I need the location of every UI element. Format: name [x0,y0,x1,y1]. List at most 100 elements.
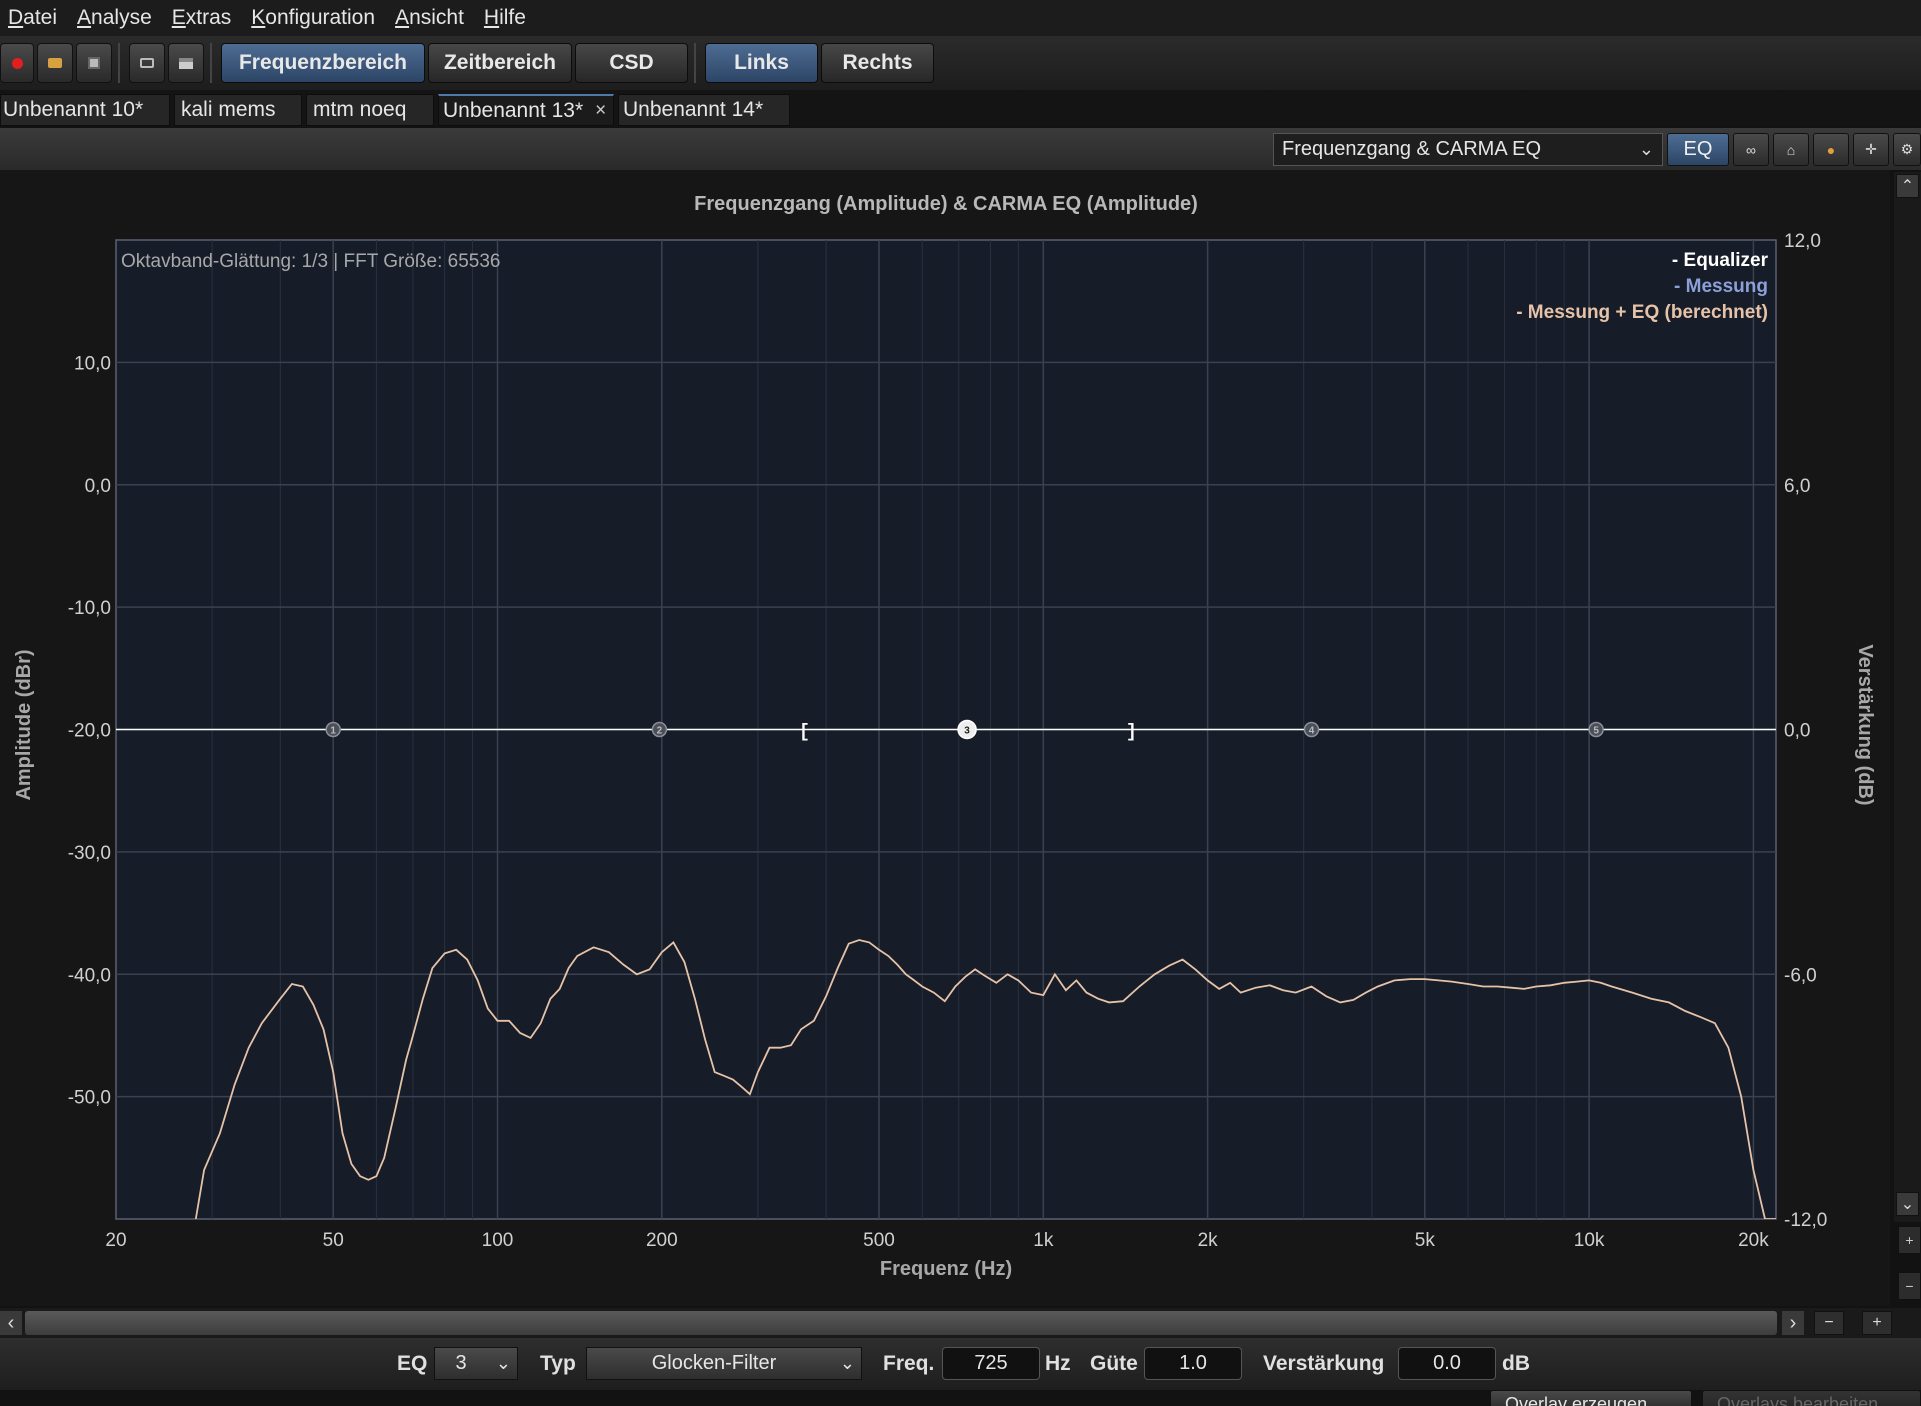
tab-zeitbereich[interactable]: Zeitbereich [428,43,572,83]
home-button[interactable]: ⌂ [1773,133,1809,166]
legend-equalizer[interactable]: - Equalizer [1672,250,1769,271]
menu-konfiguration[interactable]: Konfiguration [243,6,387,30]
x-tick-label: 10k [1574,1230,1605,1251]
x-tick-label: 200 [646,1230,678,1251]
freq-input[interactable] [942,1347,1040,1380]
move-icon: ✛ [1865,141,1877,157]
menu-extras[interactable]: Extras [164,6,244,30]
frequency-chart[interactable]: Frequenzgang (Amplitude) & CARMA EQ (Amp… [0,170,1890,1306]
print-button[interactable] [168,43,204,83]
legend-messung[interactable]: - Messung [1674,276,1768,297]
scroll-left-button[interactable]: ‹ [0,1311,22,1335]
zoom-out-vertical-button[interactable]: − [1898,1272,1921,1300]
typ-label: Typ [540,1352,576,1375]
save-button[interactable] [76,43,112,83]
home-icon: ⌂ [1786,141,1796,158]
open-folder-icon [48,58,62,68]
screenshot-button[interactable] [129,43,165,83]
zoom-button[interactable]: ● [1813,133,1849,166]
plus-icon: + [1905,1232,1914,1248]
eq-point-label: 3 [964,726,970,737]
chart-title: Frequenzgang (Amplitude) & CARMA EQ (Amp… [694,193,1198,215]
menu-analyse[interactable]: Analyse [69,6,164,30]
filter-type-value: Glocken-Filter [651,1352,777,1374]
menu-hilfe[interactable]: Hilfe [476,6,538,30]
menu-ansicht[interactable]: Ansicht [387,6,476,30]
y-axis-left-label: Amplitude (dBr) [13,649,35,800]
settings-button[interactable]: ⚙ [1893,133,1921,166]
doc-tab[interactable]: Unbenannt 10* [0,94,170,126]
tab-csd[interactable]: CSD [575,43,688,83]
scroll-thumb[interactable] [25,1311,1777,1335]
x-tick-label: 5k [1415,1230,1436,1251]
record-icon [11,57,23,69]
scroll-right-button[interactable]: › [1782,1311,1804,1335]
y-tick-label-left: -40,0 [68,965,111,986]
doc-tab-label: mtm noeq [313,98,407,121]
zoom-in-horizontal-button[interactable]: + [1862,1311,1892,1335]
chart-area: Frequenzgang (Amplitude) & CARMA EQ (Amp… [0,170,1890,1306]
eq-parameter-bar: EQ 3 ⌄ Typ Glocken-Filter ⌄ Freq. Hz Güt… [0,1338,1921,1390]
scroll-down-button[interactable]: ⌄ [1896,1192,1919,1216]
y-axis-right-ticks: 12,0 6,0 0,0 -6,0 -12,0 [1784,231,1827,1231]
print-icon [179,57,193,69]
view-select-value: Frequenzgang & CARMA EQ [1282,138,1542,160]
tab-frequenzbereich[interactable]: Frequenzbereich [221,43,425,83]
doc-tab-active[interactable]: Unbenannt 13* × [438,94,614,126]
doc-tab-label: Unbenannt 14* [623,98,764,121]
eq-point-label: 4 [1309,726,1315,737]
eq-number-select[interactable]: 3 ⌄ [434,1347,518,1380]
freq-unit: Hz [1045,1352,1071,1375]
overlay-edit-button[interactable]: Overlays bearbeiten [1702,1390,1921,1406]
record-button[interactable] [0,43,34,83]
vertical-scrollbar[interactable]: ⌃ ⌄ [1894,172,1921,1222]
y-tick-label-right: 0,0 [1784,721,1810,742]
channel-rechts-button[interactable]: Rechts [821,43,934,83]
scroll-up-button[interactable]: ⌃ [1896,174,1919,198]
y-tick-label-right: 6,0 [1784,476,1810,497]
doc-tab-label: kali mems [181,98,276,121]
y-tick-label-right: 12,0 [1784,231,1821,252]
zoom-out-horizontal-button[interactable]: − [1814,1311,1844,1335]
x-tick-label: 1k [1033,1230,1054,1251]
y-tick-label-left: 0,0 [85,476,111,497]
overlay-create-button[interactable]: Overlay erzeugen [1490,1390,1692,1406]
eq-toggle-button[interactable]: EQ [1667,133,1729,166]
x-tick-label: 100 [482,1230,514,1251]
gain-input[interactable] [1398,1347,1496,1380]
legend-messung-eq[interactable]: - Messung + EQ (berechnet) [1516,302,1768,323]
pan-button[interactable]: ✛ [1853,133,1889,166]
menu-bar: Datei Analyse Extras Konfiguration Ansic… [0,0,1921,36]
menu-datei[interactable]: Datei [0,6,69,30]
zoom-in-vertical-button[interactable]: + [1898,1226,1921,1254]
y-tick-label-left: -20,0 [68,721,111,742]
doc-tab[interactable]: Unbenannt 14* [618,94,790,126]
chevron-down-icon: ⌄ [495,1353,511,1373]
doc-tab[interactable]: kali mems [174,94,302,126]
eq-point-label: 2 [657,726,663,737]
channel-links-button[interactable]: Links [705,43,818,83]
view-controls: Frequenzgang & CARMA EQ ⌄ EQ ∞ ⌂ ● ✛ ⚙ [0,128,1921,170]
chevron-down-icon: ⌄ [1900,1196,1915,1213]
doc-tab[interactable]: mtm noeq [306,94,434,126]
chevron-down-icon: ⌄ [1638,139,1654,159]
horizontal-scrollbar[interactable]: ‹ › − + [0,1308,1921,1338]
view-select[interactable]: Frequenzgang & CARMA EQ ⌄ [1273,133,1663,166]
chevron-down-icon: ⌄ [839,1353,855,1373]
minus-icon: − [1824,1314,1834,1331]
y-tick-label-right: -6,0 [1784,965,1817,986]
y-tick-label-left: -10,0 [68,598,111,619]
minus-icon: − [1905,1278,1914,1294]
guete-input[interactable] [1144,1347,1242,1380]
chevron-up-icon: ⌃ [1900,178,1915,195]
x-tick-label: 500 [863,1230,895,1251]
gain-label: Verstärkung [1263,1352,1385,1375]
close-icon[interactable]: × [595,100,606,122]
eq-point-label: 1 [330,726,336,737]
link-button[interactable]: ∞ [1733,133,1769,166]
eq-band-left-marker: [ [799,723,810,743]
gain-unit: dB [1502,1352,1530,1375]
filter-type-select[interactable]: Glocken-Filter ⌄ [586,1347,862,1380]
doc-tab-label: Unbenannt 10* [3,98,144,121]
open-button[interactable] [37,43,73,83]
